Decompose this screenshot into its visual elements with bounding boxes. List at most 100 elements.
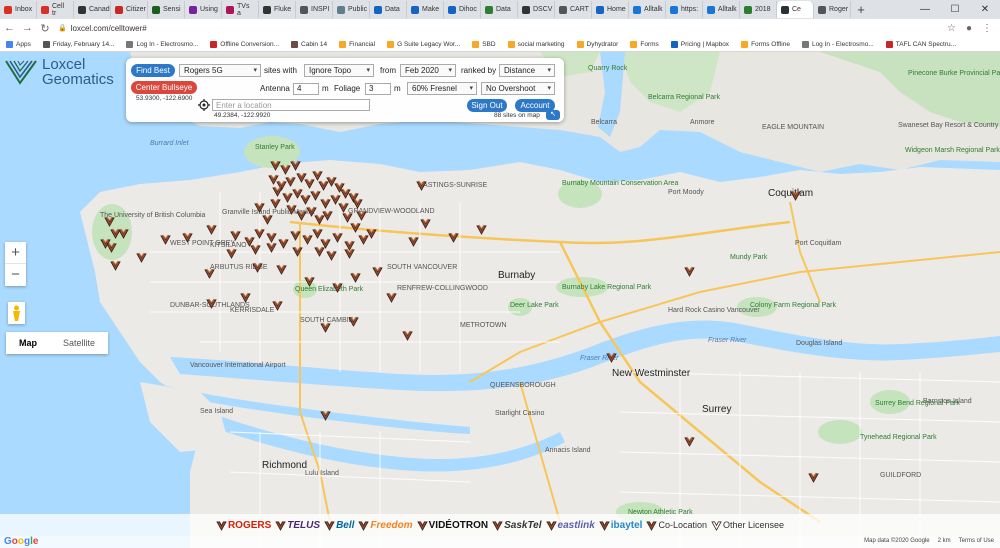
bookmark-item[interactable]: social marketing [507, 40, 565, 48]
cell-tower-marker-icon[interactable] [476, 224, 487, 235]
map-type-satellite[interactable]: Satellite [50, 332, 108, 354]
antenna-input[interactable]: 4 [293, 83, 319, 95]
cell-tower-marker-icon[interactable] [350, 272, 361, 283]
cell-tower-marker-icon[interactable] [252, 262, 263, 273]
browser-tab[interactable]: Cell tr [37, 1, 74, 18]
legend-item[interactable]: VIDÉOTRON [416, 520, 488, 531]
cell-tower-marker-icon[interactable] [320, 322, 331, 333]
topo-select[interactable]: Ignore Topo [304, 64, 374, 77]
cell-tower-marker-icon[interactable] [322, 210, 333, 221]
browser-tab[interactable]: INSPI [296, 1, 333, 18]
legend-item[interactable]: eastlink [545, 520, 595, 531]
minimize-button[interactable]: — [910, 0, 940, 19]
browser-tab[interactable]: Data [481, 1, 518, 18]
browser-tab[interactable]: Home [592, 1, 629, 18]
cell-tower-marker-icon[interactable] [206, 224, 217, 235]
legend-item[interactable]: Freedom [358, 520, 413, 531]
carrier-select[interactable]: Rogers 5G [179, 64, 261, 77]
overshoot-select[interactable]: No Overshoot [481, 82, 555, 95]
cell-tower-marker-icon[interactable] [684, 266, 695, 277]
browser-tab[interactable]: TVs a [222, 1, 259, 18]
browser-tab[interactable]: https: [666, 1, 703, 18]
cell-tower-marker-icon[interactable] [204, 268, 215, 279]
center-bullseye-button[interactable]: Center Bullseye [131, 81, 197, 94]
browser-tab[interactable]: Canad [74, 1, 111, 18]
new-tab-button[interactable]: + [851, 2, 871, 17]
cell-tower-marker-icon[interactable] [352, 198, 363, 209]
cell-tower-marker-icon[interactable] [366, 228, 377, 239]
bookmark-item[interactable]: Forms [630, 40, 659, 48]
zoom-out-button[interactable]: − [5, 264, 26, 286]
bookmark-item[interactable]: Log In - Electrosmo... [801, 40, 874, 48]
collapse-panel-button[interactable]: ↖ [546, 110, 560, 120]
bookmark-item[interactable]: SBD [472, 40, 496, 48]
profile-icon[interactable]: ● [966, 23, 972, 34]
legend-item[interactable]: ROGERS [216, 520, 271, 531]
browser-tab[interactable]: Alltalk [703, 1, 740, 18]
zoom-in-button[interactable]: + [5, 242, 26, 264]
browser-tab[interactable]: 2018 [740, 1, 777, 18]
cell-tower-marker-icon[interactable] [808, 472, 819, 483]
browser-tab[interactable]: Citizer [111, 1, 148, 18]
browser-tab[interactable]: DSCV [518, 1, 555, 18]
cell-tower-marker-icon[interactable] [416, 180, 427, 191]
cell-tower-marker-icon[interactable] [240, 292, 251, 303]
cell-tower-marker-icon[interactable] [136, 252, 147, 263]
cell-tower-marker-icon[interactable] [372, 266, 383, 277]
foliage-input[interactable]: 3 [365, 83, 391, 95]
bookmark-item[interactable]: Financial [339, 40, 375, 48]
bookmark-item[interactable]: Forms Offline [741, 40, 790, 48]
cell-tower-marker-icon[interactable] [285, 176, 296, 187]
cell-tower-marker-icon[interactable] [182, 232, 193, 243]
browser-tab[interactable]: Alltalk [629, 1, 666, 18]
cell-tower-marker-icon[interactable] [348, 316, 359, 327]
browser-tab[interactable]: Make [407, 1, 444, 18]
legend-item[interactable]: TELUS [275, 520, 320, 531]
bookmark-item[interactable]: Friday, February 14... [42, 40, 114, 48]
street-view-pegman-icon[interactable] [8, 302, 25, 324]
browser-tab[interactable]: CART [555, 1, 592, 18]
bookmark-item[interactable]: Apps [6, 40, 31, 48]
url-field[interactable]: 🔒 loxcel.com/celltower# [58, 24, 147, 33]
rank-select[interactable]: Distance [499, 64, 555, 77]
cell-tower-marker-icon[interactable] [304, 276, 315, 287]
cell-tower-marker-icon[interactable] [350, 222, 361, 233]
cell-tower-marker-icon[interactable] [230, 230, 241, 241]
bookmark-item[interactable]: Offline Conversion... [210, 40, 279, 48]
forward-icon[interactable]: → [22, 22, 33, 34]
cell-tower-marker-icon[interactable] [226, 248, 237, 259]
cell-tower-marker-icon[interactable] [332, 232, 343, 243]
legend-item[interactable]: Co-Location [646, 520, 707, 531]
map-canvas[interactable]: Quarry Rock Belcarra Regional Park Belcarr… [0, 52, 1000, 548]
cell-tower-marker-icon[interactable] [278, 238, 289, 249]
cell-tower-marker-icon[interactable] [118, 228, 129, 239]
browser-tab[interactable]: Fluke [259, 1, 296, 18]
browser-tab[interactable]: Dihoc [444, 1, 481, 18]
cell-tower-marker-icon[interactable] [262, 214, 273, 225]
menu-icon[interactable]: ⋮ [982, 23, 992, 34]
crosshair-icon[interactable] [198, 99, 210, 111]
legend-item[interactable]: Bell [324, 520, 354, 531]
reload-icon[interactable]: ↻ [40, 22, 50, 35]
cell-tower-marker-icon[interactable] [290, 230, 301, 241]
browser-tab[interactable]: Roger [814, 1, 851, 18]
cell-tower-marker-icon[interactable] [292, 246, 303, 257]
cell-tower-marker-icon[interactable] [314, 246, 325, 257]
cell-tower-marker-icon[interactable] [790, 190, 801, 201]
cell-tower-marker-icon[interactable] [606, 352, 617, 363]
fresnel-select[interactable]: 60% Fresnel [407, 82, 477, 95]
cell-tower-marker-icon[interactable] [320, 410, 331, 421]
cell-tower-marker-icon[interactable] [290, 160, 301, 171]
browser-tab[interactable]: Using [185, 1, 222, 18]
cell-tower-marker-icon[interactable] [408, 236, 419, 247]
browser-tab[interactable]: Public [333, 1, 370, 18]
cell-tower-marker-icon[interactable] [254, 202, 265, 213]
bookmark-item[interactable]: TAFL CAN Spectru... [885, 40, 956, 48]
cell-tower-marker-icon[interactable] [270, 198, 281, 209]
legend-item[interactable]: SaskTel [492, 520, 542, 531]
cell-tower-marker-icon[interactable] [332, 282, 343, 293]
find-best-button[interactable]: Find Best [131, 64, 175, 77]
cell-tower-marker-icon[interactable] [276, 264, 287, 275]
cell-tower-marker-icon[interactable] [110, 260, 121, 271]
cell-tower-marker-icon[interactable] [684, 436, 695, 447]
